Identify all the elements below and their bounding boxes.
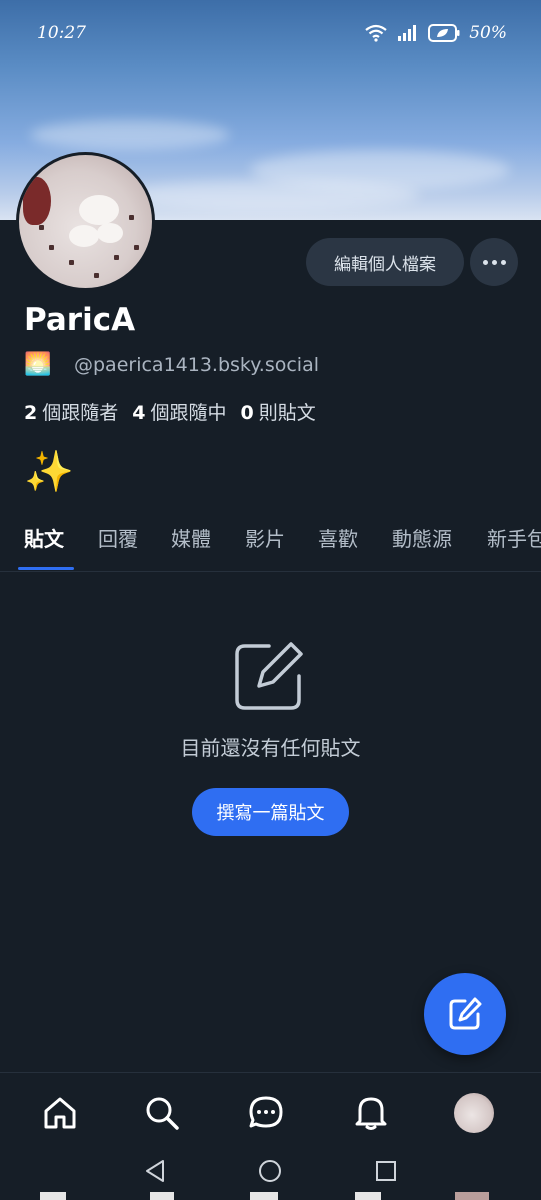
tab-likes[interactable]: 喜歡: [318, 518, 358, 571]
sunrise-emoji: 🌅: [24, 352, 52, 377]
display-name: ParicA: [24, 302, 136, 338]
tab-replies[interactable]: 回覆: [98, 518, 138, 571]
tab-media[interactable]: 媒體: [171, 518, 211, 571]
new-post-fab[interactable]: [424, 973, 506, 1055]
profile-stats: 2 個跟隨者 4 個跟隨中 0 則貼文: [24, 398, 316, 425]
search-icon: [146, 1097, 179, 1130]
keyboard-preview-strip: [0, 1192, 541, 1200]
write-post-button[interactable]: 撰寫一篇貼文: [192, 788, 349, 836]
compose-icon: [235, 642, 303, 710]
nav-home[interactable]: [38, 1091, 82, 1135]
profile-avatar-small: [454, 1093, 494, 1133]
chat-icon: [249, 1096, 283, 1128]
empty-state-message: 目前還沒有任何貼文: [180, 736, 361, 760]
home-icon: [44, 1097, 76, 1129]
more-options-button[interactable]: [470, 238, 518, 286]
edit-profile-button[interactable]: 編輯個人檔案: [306, 238, 464, 286]
profile-bio: ✨: [24, 449, 74, 495]
status-bar: 10:27 50%: [0, 0, 541, 66]
tab-feeds[interactable]: 動態源: [392, 518, 452, 571]
signal-icon: [398, 25, 417, 41]
profile-avatar[interactable]: [16, 152, 155, 291]
battery-saver-icon: [428, 24, 460, 42]
ellipsis-icon: [482, 259, 488, 265]
back-icon[interactable]: [143, 1159, 167, 1183]
following-stat[interactable]: 4 個跟隨中: [132, 398, 226, 425]
profile-handle: @paerica1413.bsky.social: [74, 353, 319, 376]
tab-videos[interactable]: 影片: [245, 518, 285, 571]
compose-icon: [449, 997, 482, 1030]
bell-icon: [355, 1097, 387, 1130]
system-navigation: [0, 1159, 541, 1189]
wifi-icon: [365, 24, 387, 42]
profile-tabs: 貼文 回覆 媒體 影片 喜歡 動態源 新手包: [0, 518, 541, 572]
battery-percent: 50%: [469, 23, 507, 43]
nav-search[interactable]: [140, 1091, 184, 1135]
recents-icon[interactable]: [374, 1159, 398, 1183]
nav-profile[interactable]: [452, 1091, 496, 1135]
active-tab-indicator: [18, 567, 74, 570]
followers-stat[interactable]: 2 個跟隨者: [24, 398, 118, 425]
tab-posts[interactable]: 貼文: [24, 518, 64, 571]
status-time: 10:27: [37, 23, 86, 43]
bottom-navigation: [0, 1072, 541, 1200]
nav-notifications[interactable]: [349, 1091, 393, 1135]
nav-chat[interactable]: [244, 1091, 288, 1135]
posts-stat: 0 則貼文: [240, 402, 316, 424]
home-circle-icon[interactable]: [258, 1159, 282, 1183]
tab-starter-packs[interactable]: 新手包: [487, 518, 541, 571]
